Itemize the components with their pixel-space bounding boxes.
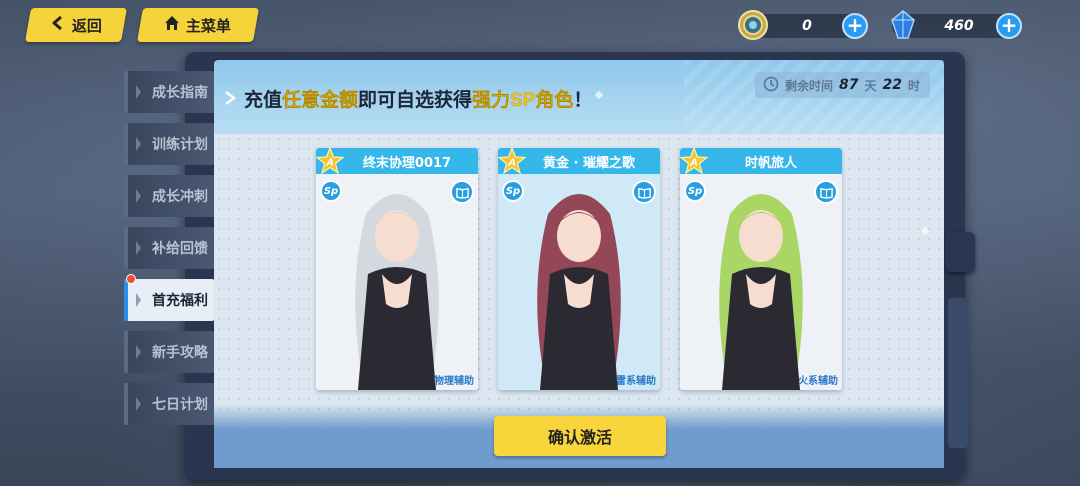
sidebar-item-label: 成长冲刺 xyxy=(152,189,208,205)
promo-highlight-sp: 强力SP角色 xyxy=(472,90,574,111)
sp-badge: Sp xyxy=(684,180,706,202)
book-icon xyxy=(637,187,651,199)
promo-highlight-amount: 任意金额 xyxy=(282,90,359,111)
character-info-button[interactable] xyxy=(632,180,656,204)
back-button[interactable]: 返回 xyxy=(25,8,127,42)
rank-a-icon: A xyxy=(680,148,710,178)
coin-counter: 0 + xyxy=(738,10,868,40)
character-info-button[interactable] xyxy=(814,180,838,204)
character-portrait xyxy=(680,174,842,390)
confirm-activate-button[interactable]: 确认激活 xyxy=(494,416,666,456)
crystal-counter: 460 + xyxy=(891,10,1022,39)
character-portrait xyxy=(316,174,478,390)
promo-text: 充值任意金额即可自选获得强力SP角色！ xyxy=(244,85,592,112)
sidebar-item-label: 七日计划 xyxy=(152,397,208,413)
book-icon xyxy=(819,187,833,199)
character-name: 时帆旅人 xyxy=(744,155,797,171)
sidebar-item-seven-day-plan[interactable]: 七日计划 xyxy=(124,383,214,425)
timer-label: 剩余时间 xyxy=(784,78,833,93)
sidebar-item-label: 成长指南 xyxy=(152,85,208,101)
add-coin-button[interactable]: + xyxy=(842,13,868,39)
remaining-time: 剩余时间 87 天 22 时 xyxy=(754,72,930,98)
character-face xyxy=(375,210,419,262)
home-icon xyxy=(164,15,180,35)
timer-days: 87 xyxy=(839,77,859,93)
rank-letter: A xyxy=(325,157,334,169)
character-role: 物理辅助 xyxy=(434,376,474,387)
back-label: 返回 xyxy=(71,16,102,35)
rank-letter: A xyxy=(507,157,516,169)
add-crystal-button[interactable]: + xyxy=(996,13,1022,39)
rank-letter: A xyxy=(689,157,698,169)
sidebar-item-label: 训练计划 xyxy=(152,137,208,153)
rank-a-icon: A xyxy=(316,148,346,178)
main-menu-label: 主菜单 xyxy=(186,16,232,35)
character-info-button[interactable] xyxy=(450,180,474,204)
sidebar-item-first-recharge[interactable]: 首充福利 xyxy=(124,274,214,321)
character-face xyxy=(557,210,601,262)
sidebar-item-training-plan[interactable]: 训练计划 xyxy=(124,123,214,165)
main-menu-button[interactable]: 主菜单 xyxy=(137,8,259,42)
notification-dot xyxy=(126,274,136,284)
character-role: 火系辅助 xyxy=(798,376,838,387)
promo-text-part: 充值 xyxy=(244,90,283,111)
timer-hour-unit: 时 xyxy=(907,78,920,93)
sidebar-item-supply-rebate[interactable]: 补给回馈 xyxy=(124,227,214,269)
promo-text-part: 即可自选获得 xyxy=(358,90,473,111)
sp-badge: Sp xyxy=(502,180,524,202)
character-name: 终末协理0017 xyxy=(362,155,452,171)
promo-text-part: ！ xyxy=(573,90,593,111)
sidebar-item-beginner-guide[interactable]: 新手攻略 xyxy=(124,331,214,373)
character-card[interactable]: A 黄金 · 璀耀之歌 Sp 雷系辅助 xyxy=(498,148,660,390)
coin-value: 0 xyxy=(802,18,812,34)
character-name: 黄金 · 璀耀之歌 xyxy=(543,155,635,171)
sidebar-item-label: 首充福利 xyxy=(152,293,208,309)
binder-edge xyxy=(948,298,968,448)
coin-icon xyxy=(736,8,770,42)
sidebar-item-growth-sprint[interactable]: 成长冲刺 xyxy=(124,175,214,217)
character-face xyxy=(739,210,783,262)
crystal-value: 460 xyxy=(944,18,974,34)
binder-strap xyxy=(945,232,975,272)
sidebar-item-growth-guide[interactable]: 成长指南 xyxy=(124,71,214,113)
crystal-icon xyxy=(886,8,920,42)
sidebar-item-label: 新手攻略 xyxy=(152,345,208,361)
chevron-right-icon xyxy=(224,90,237,105)
character-role: 雷系辅助 xyxy=(616,376,656,387)
promo-header: 充值任意金额即可自选获得强力SP角色！ 剩余时间 87 天 22 时 xyxy=(214,60,944,134)
sp-badge: Sp xyxy=(320,180,342,202)
clock-icon xyxy=(763,76,779,95)
timer-hours: 22 xyxy=(882,77,902,93)
character-card[interactable]: A 终末协理0017 Sp 物理辅助 xyxy=(316,148,478,390)
character-card[interactable]: A 时帆旅人 Sp 火系辅助 xyxy=(680,148,842,390)
timer-day-unit: 天 xyxy=(864,78,877,93)
rank-a-icon: A xyxy=(498,148,528,178)
book-icon xyxy=(455,187,469,199)
character-portrait xyxy=(498,174,660,390)
sidebar-item-label: 补给回馈 xyxy=(152,241,208,257)
chevron-left-icon xyxy=(50,15,66,35)
